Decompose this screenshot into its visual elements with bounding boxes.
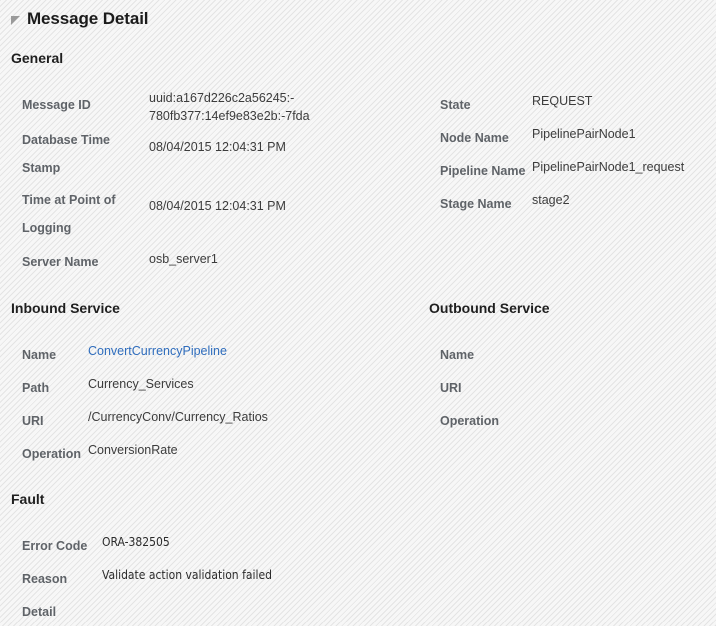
field-value-stage-name: stage2	[532, 193, 570, 207]
field-value-inbound-uri: /CurrencyConv/Currency_Ratios	[88, 410, 268, 424]
field-value-inbound-path: Currency_Services	[88, 377, 194, 391]
field-label-inbound-path: Path	[22, 381, 50, 395]
field-label-outbound-uri: URI	[440, 381, 462, 395]
field-label-inbound-name: Name	[22, 348, 57, 362]
field-label-database-time-stamp: Database Time Stamp	[22, 133, 111, 175]
field-label-outbound-name: Name	[440, 348, 475, 362]
field-label-inbound-uri: URI	[22, 414, 44, 428]
field-label-reason: Reason	[22, 572, 68, 586]
field-label-error-code: Error Code	[22, 539, 88, 553]
field-value-server-name: osb_server1	[149, 252, 218, 266]
field-label-node-name: Node Name	[440, 131, 509, 145]
field-value-state: REQUEST	[532, 94, 593, 108]
field-label-time-at-point-of-logging: Time at Point of Logging	[22, 193, 116, 235]
section-heading-fault: Fault	[11, 491, 45, 507]
field-value-message-id: uuid:a167d226c2a56245:- 780fb377:14ef9e8…	[149, 91, 310, 123]
section-heading-general: General	[11, 50, 64, 66]
field-value-node-name: PipelinePairNode1	[532, 127, 636, 141]
message-detail-panel-header: Message Detail	[0, 0, 716, 38]
section-heading-outbound-service: Outbound Service	[429, 300, 550, 316]
page-title: Message Detail	[27, 9, 149, 28]
field-label-server-name: Server Name	[22, 255, 99, 269]
field-value-time-at-point-of-logging: 08/04/2015 12:04:31 PM	[149, 199, 286, 213]
field-label-outbound-operation: Operation	[440, 414, 500, 428]
triangle-expanded-icon[interactable]	[11, 15, 20, 25]
field-label-inbound-operation: Operation	[22, 447, 82, 461]
field-value-inbound-name-link[interactable]: ConvertCurrencyPipeline	[88, 342, 338, 360]
field-value-inbound-operation: ConversionRate	[88, 443, 178, 457]
field-value-reason: Validate action validation failed	[102, 568, 272, 582]
field-value-pipeline-name: PipelinePairNode1_request	[532, 160, 685, 174]
field-label-stage-name: Stage Name	[440, 197, 512, 211]
field-label-pipeline-name: Pipeline Name	[440, 164, 526, 178]
field-label-state: State	[440, 98, 471, 112]
field-value-database-time-stamp: 08/04/2015 12:04:31 PM	[149, 140, 286, 154]
section-heading-inbound-service: Inbound Service	[11, 300, 120, 316]
field-value-error-code: ORA-382505	[102, 535, 170, 549]
field-label-message-id: Message ID	[22, 98, 91, 112]
